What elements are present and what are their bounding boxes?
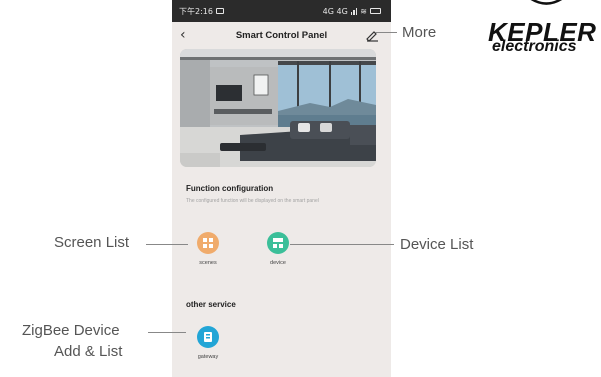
signal-text: 4G 4G	[322, 6, 348, 16]
grid-icon	[197, 232, 219, 254]
device-list-callout: Device List	[400, 236, 474, 253]
device-panel-icon	[267, 232, 289, 254]
more-callout-line	[375, 32, 397, 33]
signal-icon	[350, 7, 358, 15]
device-list-callout-line	[290, 244, 394, 245]
navbar: ‹ Smart Control Panel	[172, 22, 391, 48]
notification-icon	[215, 8, 224, 14]
kepler-logo: KEPLER electronics	[485, 0, 601, 60]
gateway-icon	[197, 326, 219, 348]
scenes-button[interactable]: scenes	[188, 232, 228, 266]
more-callout: More	[402, 24, 437, 41]
scenes-label: scenes	[199, 260, 217, 266]
zigbee-callout-line	[148, 332, 186, 333]
device-label: device	[270, 260, 286, 266]
other-service-title: other service	[186, 300, 236, 309]
edit-icon[interactable]	[365, 28, 379, 42]
back-chevron-icon[interactable]: ‹	[180, 27, 196, 43]
screen-list-callout-line	[146, 244, 188, 245]
screen-list-callout: Screen List	[54, 234, 130, 251]
function-config-title: Function configuration	[186, 184, 274, 193]
function-config-description: The configured function will be displaye…	[186, 198, 319, 204]
device-button[interactable]: device	[258, 232, 298, 266]
zigbee-callout-line1: ZigBee Device	[22, 322, 120, 339]
wifi-icon: ≋	[360, 6, 367, 16]
battery-icon	[370, 8, 381, 14]
gateway-button[interactable]: gateway	[188, 326, 228, 360]
phone-screen: 下午2:16 4G 4G ≋ ‹ Smart Control Panel Fun…	[172, 0, 391, 377]
logo-sub: electronics	[492, 38, 577, 55]
status-time: 下午2:16	[179, 6, 213, 16]
gateway-label: gateway	[197, 354, 219, 360]
page-title: Smart Control Panel	[235, 29, 328, 41]
status-bar: 下午2:16 4G 4G ≋	[172, 0, 391, 22]
zigbee-callout-line2: Add & List	[54, 343, 123, 360]
logo-arc-icon	[530, 0, 563, 5]
living-room-image	[180, 49, 376, 167]
